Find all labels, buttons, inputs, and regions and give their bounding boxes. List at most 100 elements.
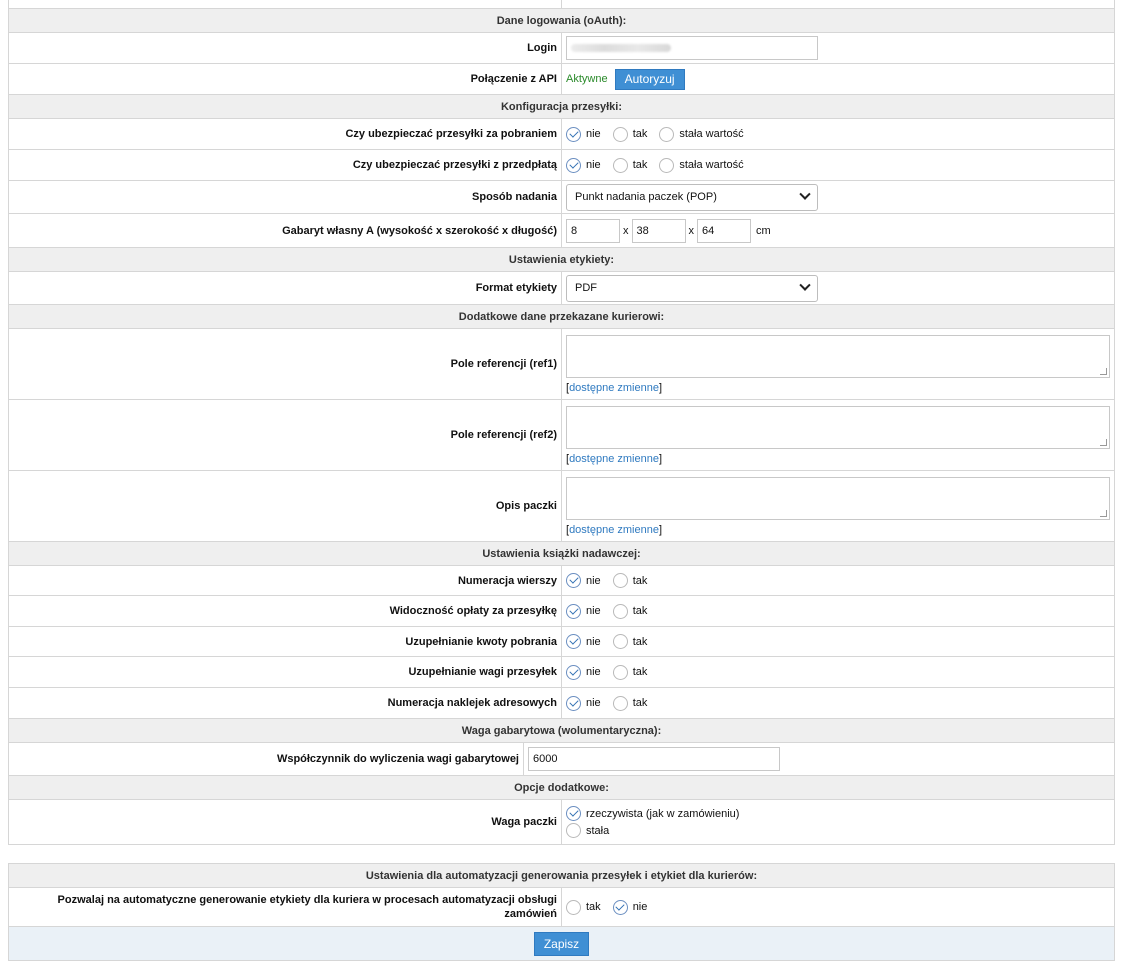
label-format-row: Format etykiety PDF (9, 271, 1114, 304)
volumetric-factor-row: Współczynnik do wyliczenia wagi gabaryto… (9, 742, 1114, 775)
cod-amount-label: Uzupełnianie kwoty pobrania (9, 627, 562, 656)
weight-fill-radio-tak[interactable]: tak (612, 664, 647, 680)
checked-radio-icon (566, 573, 581, 588)
radio-icon (612, 664, 628, 680)
dimension-width-input[interactable]: 38 (631, 218, 686, 243)
section-header-login: Dane logowania (oAuth): (9, 8, 1114, 32)
insure-prepaid-label: Czy ubezpieczać przesyłki z przedpłatą (9, 150, 562, 180)
auto-label-row: Pozwalaj na automatyczne generowanie ety… (9, 887, 1114, 926)
fee-visibility-radio-nie[interactable]: nie (566, 603, 601, 619)
login-label: Login (9, 33, 562, 63)
chevron-down-icon (799, 188, 811, 200)
checked-radio-icon (566, 695, 581, 711)
section-header-book: Ustawienia książki nadawczej: (9, 541, 1114, 565)
sticker-numbering-label: Numeracja naklejek adresowych (9, 688, 562, 718)
sticker-numbering-row: Numeracja naklejek adresowych nie tak (9, 687, 1114, 718)
insure-prepaid-radio-fixed[interactable]: stała wartość (659, 157, 744, 173)
section-header-extra: Dodatkowe dane przekazane kurierowi: (9, 304, 1114, 328)
sticker-numbering-radio-nie[interactable]: nie (566, 695, 601, 711)
auto-label-label: Pozwalaj na automatyczne generowanie ety… (9, 888, 562, 926)
fee-visibility-row: Widoczność opłaty za przesyłkę nie tak (9, 595, 1114, 626)
checked-radio-icon (566, 126, 581, 142)
variables-link-line: [dostępne zmienne] (566, 452, 663, 465)
checked-radio-icon (566, 664, 581, 680)
ref2-label: Pole referencji (ref2) (9, 400, 562, 470)
variables-link-line: [dostępne zmienne] (566, 381, 663, 394)
label-format-select[interactable]: PDF (566, 274, 818, 302)
package-weight-radio-real[interactable]: rzeczywista (jak w zamówieniu) (566, 806, 739, 821)
api-label: Połączenie z API (9, 64, 562, 94)
dimension-separator: x (623, 224, 629, 237)
save-bar: Zapisz (9, 926, 1114, 960)
ref2-row: Pole referencji (ref2) [dostępne zmienne… (9, 399, 1114, 470)
checked-radio-icon (566, 806, 581, 821)
insure-cod-radio-fixed[interactable]: stała wartość (659, 126, 744, 142)
package-description-row: Opis paczki [dostępne zmienne] (9, 470, 1114, 541)
checked-radio-icon (566, 157, 581, 173)
fee-visibility-label: Widoczność opłaty za przesyłkę (9, 596, 562, 626)
fee-visibility-radio-tak[interactable]: tak (612, 603, 647, 619)
auto-label-radio-tak[interactable]: tak (566, 899, 601, 915)
package-weight-label: Waga paczki (9, 800, 562, 844)
radio-icon (566, 823, 581, 838)
ref1-textarea[interactable] (566, 334, 1110, 378)
insure-prepaid-radio-nie[interactable]: nie (566, 157, 601, 173)
volumetric-factor-input[interactable]: 6000 (528, 747, 780, 771)
radio-icon (612, 603, 628, 619)
section-header-label: Ustawienia etykiety: (9, 247, 1114, 271)
ref2-textarea[interactable] (566, 405, 1110, 449)
dimension-length-input[interactable]: 64 (697, 218, 751, 243)
row-label (9, 0, 562, 8)
row-numbering-radio-nie[interactable]: nie (566, 573, 601, 588)
ref1-row: Pole referencji (ref1) [dostępne zmienne… (9, 328, 1114, 399)
login-input[interactable] (566, 36, 818, 60)
insure-prepaid-row: Czy ubezpieczać przesyłki z przedpłatą n… (9, 149, 1114, 180)
section-header-automation: Ustawienia dla automatyzacji generowania… (9, 863, 1114, 887)
top-cutoff-row (9, 0, 1114, 8)
package-weight-radio-fixed[interactable]: stała (566, 823, 609, 838)
ref1-label: Pole referencji (ref1) (9, 329, 562, 399)
api-row: Połączenie z API Aktywne Autoryzuj (9, 63, 1114, 94)
automation-settings-form: Ustawienia dla automatyzacji generowania… (8, 863, 1115, 961)
section-header-weight: Waga gabarytowa (wolumentaryczna): (9, 718, 1114, 742)
insure-cod-label: Czy ubezpieczać przesyłki za pobraniem (9, 119, 562, 149)
volumetric-factor-label: Współczynnik do wyliczenia wagi gabaryto… (9, 743, 524, 775)
row-numbering-label: Numeracja wierszy (9, 566, 562, 595)
checked-radio-icon (566, 634, 581, 649)
row-numbering-radio-tak[interactable]: tak (612, 573, 647, 588)
insure-cod-radio-tak[interactable]: tak (612, 126, 647, 142)
package-description-textarea[interactable] (566, 476, 1110, 520)
auto-label-radio-nie[interactable]: nie (612, 899, 647, 915)
radio-icon (612, 157, 628, 173)
dimensions-label: Gabaryt własny A (wysokość x szerokość x… (9, 214, 562, 247)
section-header-options: Opcje dodatkowe: (9, 775, 1114, 799)
carrier-settings-form: Dane logowania (oAuth): Login Połączenie… (8, 0, 1115, 845)
radio-icon (612, 126, 628, 142)
shipping-method-row: Sposób nadania Punkt nadania paczek (POP… (9, 180, 1114, 213)
cod-amount-radio-tak[interactable]: tak (612, 634, 647, 649)
insure-cod-row: Czy ubezpieczać przesyłki za pobraniem n… (9, 118, 1114, 149)
available-variables-link[interactable]: dostępne zmienne (569, 524, 659, 536)
insure-prepaid-radio-tak[interactable]: tak (612, 157, 647, 173)
sticker-numbering-radio-tak[interactable]: tak (612, 695, 647, 711)
cod-amount-radio-nie[interactable]: nie (566, 634, 601, 649)
shipping-method-label: Sposób nadania (9, 181, 562, 213)
checked-radio-icon (566, 603, 581, 619)
redacted-login-value (571, 44, 671, 52)
dimensions-row: Gabaryt własny A (wysokość x szerokość x… (9, 213, 1114, 247)
available-variables-link[interactable]: dostępne zmienne (569, 382, 659, 394)
save-button[interactable]: Zapisz (533, 931, 590, 956)
available-variables-link[interactable]: dostępne zmienne (569, 453, 659, 465)
radio-icon (612, 634, 628, 649)
variables-link-line: [dostępne zmienne] (566, 523, 663, 536)
weight-fill-radio-nie[interactable]: nie (566, 664, 601, 680)
section-header-shipment: Konfiguracja przesyłki: (9, 94, 1114, 118)
authorize-button[interactable]: Autoryzuj (614, 68, 685, 90)
shipping-method-select[interactable]: Punkt nadania paczek (POP) (566, 183, 818, 211)
dimension-separator: x (688, 224, 695, 237)
dimension-height-input[interactable]: 8 (566, 218, 620, 243)
radio-icon (612, 695, 628, 711)
cod-amount-row: Uzupełnianie kwoty pobrania nie tak (9, 626, 1114, 656)
radio-icon (612, 573, 628, 588)
insure-cod-radio-nie[interactable]: nie (566, 126, 601, 142)
